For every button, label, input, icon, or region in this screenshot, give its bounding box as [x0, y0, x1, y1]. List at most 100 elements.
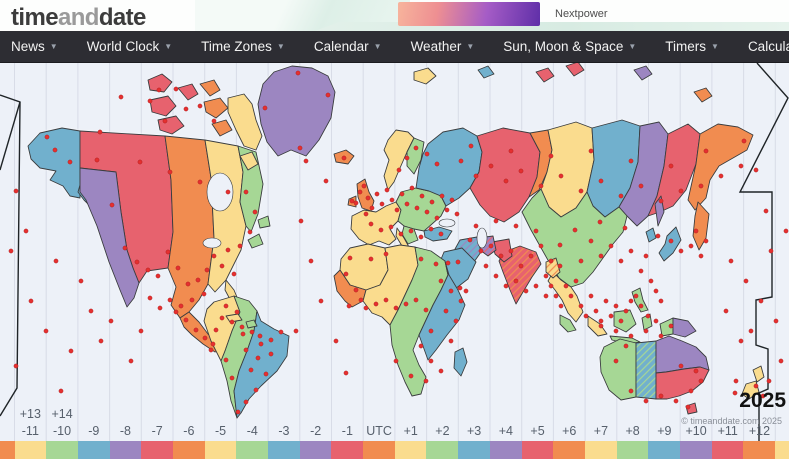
- city-dot[interactable]: [220, 316, 224, 320]
- city-dot[interactable]: [629, 249, 633, 253]
- city-dot[interactable]: [623, 226, 627, 230]
- city-dot[interactable]: [784, 229, 788, 233]
- city-dot[interactable]: [379, 228, 383, 232]
- city-dot[interactable]: [366, 196, 370, 200]
- city-dot[interactable]: [14, 189, 18, 193]
- city-dot[interactable]: [409, 374, 413, 378]
- city-dot[interactable]: [649, 279, 653, 283]
- city-dot[interactable]: [629, 159, 633, 163]
- city-dot[interactable]: [659, 299, 663, 303]
- city-dot[interactable]: [679, 364, 683, 368]
- city-dot[interactable]: [68, 160, 72, 164]
- city-dot[interactable]: [619, 259, 623, 263]
- city-dot[interactable]: [459, 159, 463, 163]
- city-dot[interactable]: [212, 119, 216, 123]
- city-dot[interactable]: [235, 310, 239, 314]
- city-dot[interactable]: [211, 342, 215, 346]
- city-dot[interactable]: [729, 259, 733, 263]
- city-dot[interactable]: [474, 174, 478, 178]
- city-dot[interactable]: [415, 206, 419, 210]
- city-dot[interactable]: [659, 199, 663, 203]
- city-dot[interactable]: [739, 164, 743, 168]
- city-dot[interactable]: [599, 319, 603, 323]
- city-dot[interactable]: [674, 399, 678, 403]
- city-dot[interactable]: [558, 264, 562, 268]
- city-dot[interactable]: [739, 339, 743, 343]
- city-dot[interactable]: [699, 379, 703, 383]
- city-dot[interactable]: [514, 279, 518, 283]
- city-dot[interactable]: [129, 359, 133, 363]
- city-dot[interactable]: [230, 320, 234, 324]
- city-dot[interactable]: [549, 259, 553, 263]
- city-dot[interactable]: [174, 310, 178, 314]
- city-dot[interactable]: [742, 139, 746, 143]
- city-dot[interactable]: [205, 268, 209, 272]
- city-dot[interactable]: [659, 394, 663, 398]
- city-dot[interactable]: [394, 306, 398, 310]
- city-dot[interactable]: [244, 190, 248, 194]
- city-dot[interactable]: [504, 284, 508, 288]
- city-dot[interactable]: [669, 324, 673, 328]
- city-dot[interactable]: [119, 95, 123, 99]
- city-dot[interactable]: [484, 264, 488, 268]
- city-dot[interactable]: [624, 344, 628, 348]
- city-dot[interactable]: [464, 289, 468, 293]
- ad-sponsor-label[interactable]: Nextpower: [555, 8, 608, 20]
- city-dot[interactable]: [654, 319, 658, 323]
- city-dot[interactable]: [454, 319, 458, 323]
- city-dot[interactable]: [196, 278, 200, 282]
- city-dot[interactable]: [519, 264, 523, 268]
- city-dot[interactable]: [135, 260, 139, 264]
- city-dot[interactable]: [369, 257, 373, 261]
- city-dot[interactable]: [294, 329, 298, 333]
- city-dot[interactable]: [369, 222, 373, 226]
- city-dot[interactable]: [734, 379, 738, 383]
- city-dot[interactable]: [254, 388, 258, 392]
- city-dot[interactable]: [634, 294, 638, 298]
- city-dot[interactable]: [774, 319, 778, 323]
- city-dot[interactable]: [534, 284, 538, 288]
- city-dot[interactable]: [694, 369, 698, 373]
- city-dot[interactable]: [54, 259, 58, 263]
- city-dot[interactable]: [579, 259, 583, 263]
- city-dot[interactable]: [109, 319, 113, 323]
- city-dot[interactable]: [420, 194, 424, 198]
- city-dot[interactable]: [599, 179, 603, 183]
- city-dot[interactable]: [619, 194, 623, 198]
- city-dot[interactable]: [9, 249, 13, 253]
- city-dot[interactable]: [258, 334, 262, 338]
- city-dot[interactable]: [534, 229, 538, 233]
- city-dot[interactable]: [609, 314, 613, 318]
- city-dot[interactable]: [156, 274, 160, 278]
- city-dot[interactable]: [249, 368, 253, 372]
- city-dot[interactable]: [539, 244, 543, 248]
- city-dot[interactable]: [241, 332, 245, 336]
- city-dot[interactable]: [370, 206, 374, 210]
- city-dot[interactable]: [733, 391, 737, 395]
- city-dot[interactable]: [499, 254, 503, 258]
- city-dot[interactable]: [410, 186, 414, 190]
- city-dot[interactable]: [110, 203, 114, 207]
- city-dot[interactable]: [350, 199, 354, 203]
- city-dot[interactable]: [435, 162, 439, 166]
- city-dot[interactable]: [375, 192, 379, 196]
- city-dot[interactable]: [163, 119, 167, 123]
- city-dot[interactable]: [385, 188, 389, 192]
- city-dot[interactable]: [779, 359, 783, 363]
- city-dot[interactable]: [263, 106, 267, 110]
- city-dot[interactable]: [409, 229, 413, 233]
- city-dot[interactable]: [279, 330, 283, 334]
- city-dot[interactable]: [435, 216, 439, 220]
- city-dot[interactable]: [639, 269, 643, 273]
- city-dot[interactable]: [139, 329, 143, 333]
- city-dot[interactable]: [324, 179, 328, 183]
- city-dot[interactable]: [344, 272, 348, 276]
- nav-item-time-zones[interactable]: Time Zones▼: [201, 39, 285, 54]
- city-dot[interactable]: [514, 224, 518, 228]
- city-dot[interactable]: [434, 262, 438, 266]
- city-dot[interactable]: [364, 212, 368, 216]
- city-dot[interactable]: [449, 339, 453, 343]
- city-dot[interactable]: [158, 306, 162, 310]
- city-dot[interactable]: [519, 169, 523, 173]
- city-dot[interactable]: [224, 358, 228, 362]
